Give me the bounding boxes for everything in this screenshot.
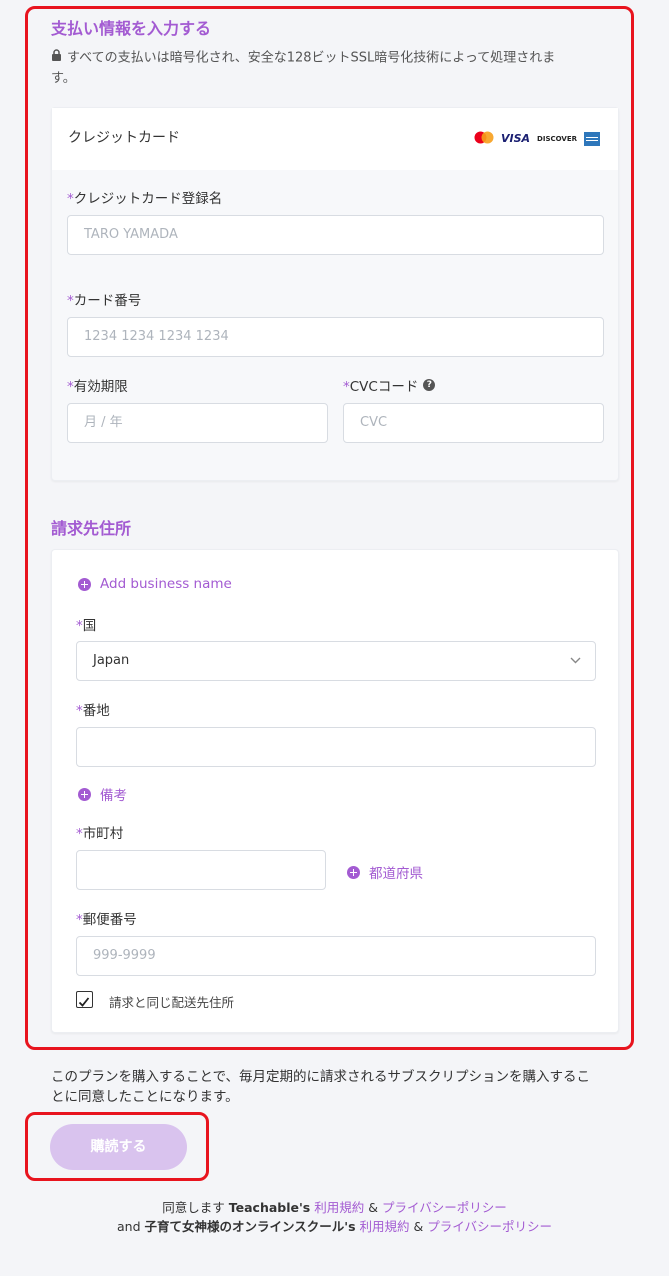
city-input[interactable]	[76, 850, 326, 890]
same-shipping-label: 請求と同じ配送先住所	[109, 995, 235, 1010]
discover-icon: DISCOVER	[537, 134, 577, 143]
footer-line-1: 同意します Teachable's 利用規約 & プライバシーポリシー	[162, 1200, 507, 1215]
visa-icon: VISA	[501, 132, 531, 145]
expiry-label: *有効期限	[67, 379, 128, 395]
street-label: *番地	[76, 703, 110, 719]
footer-terms: 同意します Teachable's 利用規約 & プライバシーポリシー and …	[0, 1198, 669, 1236]
prefecture-link[interactable]: 都道府県	[347, 862, 423, 882]
plus-circle-icon	[78, 577, 91, 591]
school-terms-link[interactable]: 利用規約	[360, 1219, 410, 1234]
expiry-input[interactable]: 月 / 年	[67, 403, 328, 443]
payment-section-title: 支払い情報を入力する	[51, 19, 212, 38]
footer-line-2: and 子育て女神様のオンラインスクール's 利用規約 & プライバシーポリシー	[116, 1219, 553, 1234]
amex-icon	[584, 131, 600, 146]
chevron-down-icon	[570, 642, 581, 680]
school-privacy-link[interactable]: プライバシーポリシー	[427, 1219, 552, 1234]
mastercard-icon	[474, 129, 494, 148]
credit-card-panel: クレジットカード VISA DISCOVER *クレジットカード登録名 TARO…	[51, 107, 619, 481]
cvc-input[interactable]: CVC	[343, 403, 604, 443]
cardholder-name-label: *クレジットカード登録名	[67, 191, 223, 207]
country-label: *国	[76, 618, 97, 634]
billing-section-title: 請求先住所	[51, 519, 132, 538]
city-label: *市町村	[76, 826, 124, 842]
card-number-input[interactable]: 1234 1234 1234 1234	[67, 317, 604, 357]
add-business-name-link[interactable]: Add business name	[78, 576, 232, 592]
credit-card-method-label: クレジットカード	[68, 130, 180, 146]
privacy-link[interactable]: プライバシーポリシー	[382, 1200, 507, 1215]
plus-circle-icon	[78, 787, 91, 801]
subscription-agreement-note: このプランを購入することで、毎月定期的に請求されるサブスクリプションを購入するこ…	[51, 1069, 591, 1105]
security-note: すべての支払いは暗号化され、安全な128ビットSSL暗号化技術によって処理されま…	[51, 48, 611, 89]
postal-code-label: *郵便番号	[76, 912, 137, 928]
terms-link[interactable]: 利用規約	[314, 1200, 364, 1215]
country-select[interactable]: Japan	[76, 641, 596, 681]
lock-icon	[51, 48, 62, 68]
checkmark-icon	[78, 993, 90, 1012]
credit-card-header[interactable]: クレジットカード VISA DISCOVER	[52, 108, 618, 170]
purchase-button[interactable]: 購読する	[50, 1124, 187, 1170]
plus-circle-icon	[347, 865, 360, 879]
cardholder-name-input[interactable]: TARO YAMADA	[67, 215, 604, 255]
street-input[interactable]	[76, 727, 596, 767]
memo-link[interactable]: 備考	[78, 784, 127, 804]
billing-address-panel: Add business name *国 Japan *番地 備考 *市町村 都…	[51, 549, 619, 1033]
help-icon[interactable]: ?	[423, 379, 436, 391]
postal-code-input[interactable]: 999-9999	[76, 936, 596, 976]
cvc-label: *CVCコード ?	[343, 375, 436, 395]
card-brand-logos: VISA DISCOVER	[474, 129, 600, 148]
card-number-label: *カード番号	[67, 293, 142, 309]
same-shipping-checkbox[interactable]	[76, 991, 93, 1008]
